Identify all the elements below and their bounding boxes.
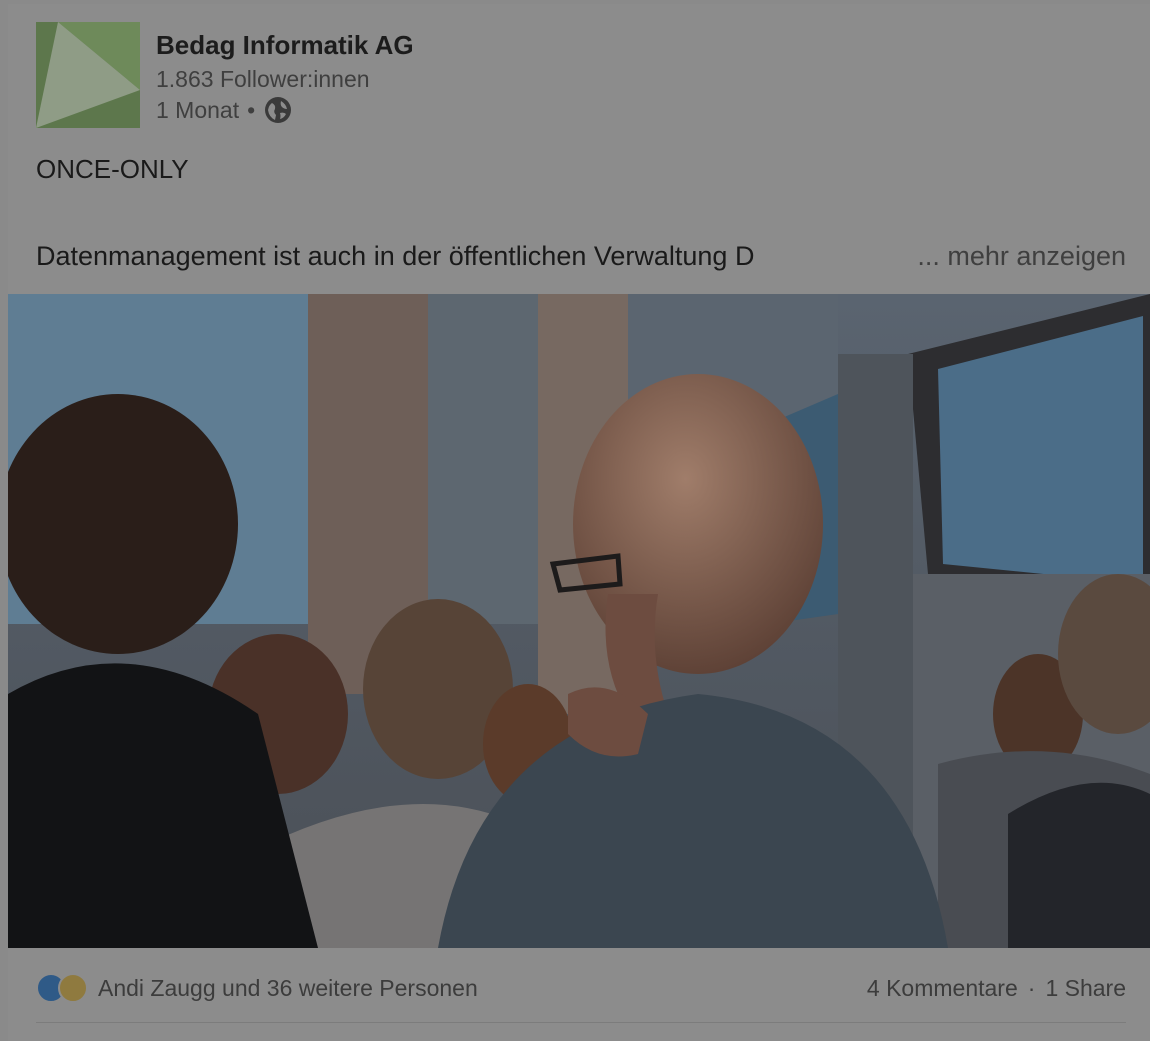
follower-count: 1.863 Follower:innen <box>156 66 370 92</box>
post-body: Datenmanagement ist auch in der öffentli… <box>36 241 1126 272</box>
post-text: Datenmanagement ist auch in der öffentli… <box>36 241 755 271</box>
post-card: Bedag Informatik AG 1.863 Follower:innen… <box>8 4 1150 1041</box>
reactors-text[interactable]: Andi Zaugg und 36 weitere Personen <box>98 975 478 1002</box>
show-more-link[interactable]: ... mehr anzeigen <box>917 241 1126 272</box>
post-meta: Bedag Informatik AG 1.863 Follower:innen… <box>156 28 414 126</box>
engagement-counts: 4 Kommentare · 1 Share <box>867 975 1126 1002</box>
separator-dot: · <box>1027 974 1036 1001</box>
shares-count[interactable]: 1 Share <box>1045 975 1126 1002</box>
post-time-line: 1 Monat • <box>156 94 414 126</box>
company-logo[interactable] <box>36 22 140 128</box>
reactions-summary[interactable]: Andi Zaugg und 36 weitere Personen <box>36 973 478 1003</box>
social-counts-bar: Andi Zaugg und 36 weitere Personen 4 Kom… <box>36 968 1126 1008</box>
comments-count[interactable]: 4 Kommentare <box>867 975 1018 1002</box>
conference-audience-photo <box>8 294 1150 948</box>
post-image[interactable] <box>8 294 1150 948</box>
reaction-icons <box>36 973 88 1003</box>
lightbulb-icon <box>58 973 88 1003</box>
post-time: 1 Monat <box>156 97 240 123</box>
post-title: ONCE-ONLY <box>36 154 189 184</box>
company-name[interactable]: Bedag Informatik AG <box>156 28 414 62</box>
globe-icon <box>263 95 293 125</box>
post-header: Bedag Informatik AG 1.863 Follower:innen… <box>36 22 636 132</box>
separator-dot: • <box>247 97 256 123</box>
divider <box>36 1022 1126 1023</box>
